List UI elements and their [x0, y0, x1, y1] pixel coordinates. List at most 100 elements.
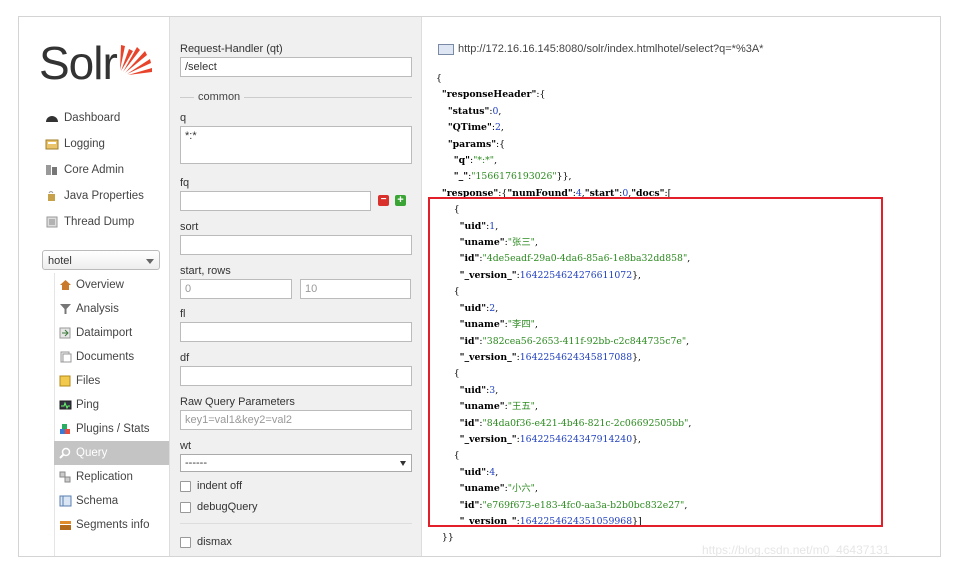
sidebar: Solr Dashboard Logging Core Admin Java P…: [19, 17, 169, 556]
q-label: q: [180, 112, 187, 124]
ping-icon: [59, 400, 72, 410]
core-item-label: Schema: [76, 495, 119, 507]
nav-java-properties[interactable]: Java Properties: [45, 183, 144, 209]
core-item-label: Plugins / Stats: [76, 423, 150, 435]
common-legend-text: common: [194, 91, 245, 103]
core-menu: Overview Analysis Dataimport Documents F…: [54, 273, 169, 537]
checkbox-box[interactable]: [180, 501, 191, 513]
core-item-label: Documents: [76, 351, 135, 363]
solr-sun-icon: [120, 45, 152, 75]
common-fieldset-legend: common: [180, 91, 412, 103]
core-item-segments-info[interactable]: Segments info: [54, 513, 169, 537]
wt-label: wt: [180, 440, 191, 452]
core-item-plugins-stats[interactable]: Plugins / Stats: [54, 417, 169, 441]
nav-logging[interactable]: Logging: [45, 131, 144, 157]
url-icon: [438, 43, 454, 55]
overview-icon: [60, 280, 71, 290]
fl-label: fl: [180, 308, 186, 320]
json-line: "params":{: [447, 138, 506, 150]
query-icon: [59, 447, 71, 459]
docs-highlight-box: [428, 197, 883, 527]
json-line: "responseHeader":{: [441, 89, 546, 101]
request-handler-input[interactable]: /select: [180, 57, 412, 77]
json-line: "QTime":2,: [447, 122, 504, 134]
debug-query-checkbox[interactable]: debugQuery: [180, 501, 258, 513]
nav-core-admin[interactable]: Core Admin: [45, 157, 144, 183]
start-rows-label: start, rows: [180, 265, 231, 277]
core-item-label: Dataimport: [76, 327, 133, 339]
core-item-label: Files: [76, 375, 101, 387]
result-url[interactable]: http://172.16.16.145:8080/solr/index.htm…: [458, 43, 763, 55]
add-fq-button[interactable]: +: [395, 195, 406, 206]
nav-thread-dump[interactable]: Thread Dump: [45, 209, 144, 235]
plugins-icon: [60, 424, 70, 434]
core-admin-icon: [46, 165, 57, 175]
nav-dashboard[interactable]: Dashboard: [45, 105, 144, 131]
sort-input[interactable]: [180, 235, 412, 255]
raw-query-input[interactable]: key1=val1&key2=val2: [180, 410, 412, 430]
remove-fq-button[interactable]: −: [378, 195, 389, 206]
core-item-label: Query: [76, 447, 108, 459]
nav-label: Core Admin: [64, 164, 125, 176]
checkbox-box[interactable]: [180, 536, 191, 548]
nav-label: Thread Dump: [64, 216, 135, 228]
q-textarea[interactable]: *:*: [180, 126, 412, 164]
core-item-label: Segments info: [76, 519, 150, 531]
request-handler-label: Request-Handler (qt): [180, 43, 283, 55]
checkbox-box[interactable]: [180, 480, 191, 492]
watermark: https://blog.csdn.net/m0_46437131: [702, 543, 890, 557]
dataimport-icon: [59, 327, 71, 339]
schema-icon: [59, 495, 72, 507]
indent-checkbox[interactable]: indent off: [180, 480, 242, 492]
core-item-ping[interactable]: Ping: [54, 393, 169, 417]
solr-logo[interactable]: Solr: [39, 33, 159, 93]
core-item-replication[interactable]: Replication: [54, 465, 169, 489]
main-nav: Dashboard Logging Core Admin Java Proper…: [45, 105, 144, 235]
raw-query-label: Raw Query Parameters: [180, 396, 295, 408]
core-item-label: Ping: [76, 399, 100, 411]
nav-label: Java Properties: [64, 190, 144, 202]
files-icon: [59, 375, 71, 387]
core-item-label: Analysis: [76, 303, 119, 315]
core-item-analysis[interactable]: Analysis: [54, 297, 169, 321]
dismax-checkbox[interactable]: dismax: [180, 536, 232, 548]
df-input[interactable]: [180, 366, 412, 386]
dashboard-icon: [46, 116, 58, 122]
replication-icon: [59, 471, 71, 483]
core-item-dataimport[interactable]: Dataimport: [54, 321, 169, 345]
core-item-label: Overview: [76, 279, 124, 291]
core-item-schema[interactable]: Schema: [54, 489, 169, 513]
core-item-files[interactable]: Files: [54, 369, 169, 393]
result-url-link[interactable]: http://172.16.16.145:8080/solr/index.htm…: [438, 43, 763, 55]
logging-icon: [45, 139, 59, 150]
dismax-label: dismax: [197, 536, 232, 548]
nav-label: Dashboard: [64, 112, 121, 124]
java-properties-icon: [48, 191, 55, 201]
fl-input[interactable]: [180, 322, 412, 342]
sort-label: sort: [180, 221, 199, 233]
documents-icon: [60, 351, 72, 363]
analysis-icon: [60, 304, 71, 314]
rows-input[interactable]: 10: [300, 279, 411, 299]
fq-input[interactable]: [180, 191, 371, 211]
wt-select[interactable]: ------: [180, 454, 412, 472]
indent-label: indent off: [197, 480, 243, 492]
wt-select-value: ------: [185, 457, 207, 469]
core-item-documents[interactable]: Documents: [54, 345, 169, 369]
start-input[interactable]: 0: [180, 279, 292, 299]
json-line: "_":"1566176193026"}},: [453, 171, 572, 183]
logo-text: Solr: [39, 37, 118, 89]
json-line: "q":"*:*",: [453, 155, 498, 167]
query-form: Request-Handler (qt) /select common q *:…: [169, 17, 422, 556]
core-selector[interactable]: hotel: [42, 250, 160, 270]
core-selector-value: hotel: [48, 255, 72, 267]
core-item-label: Replication: [76, 471, 133, 483]
chevron-down-icon: [400, 461, 406, 466]
divider: [180, 523, 412, 524]
debug-query-label: debugQuery: [197, 501, 258, 513]
json-line: }}: [436, 532, 454, 544]
core-item-query[interactable]: Query: [54, 441, 169, 465]
json-line: "status":0,: [447, 105, 502, 117]
core-item-overview[interactable]: Overview: [54, 273, 169, 297]
fq-label: fq: [180, 177, 190, 189]
